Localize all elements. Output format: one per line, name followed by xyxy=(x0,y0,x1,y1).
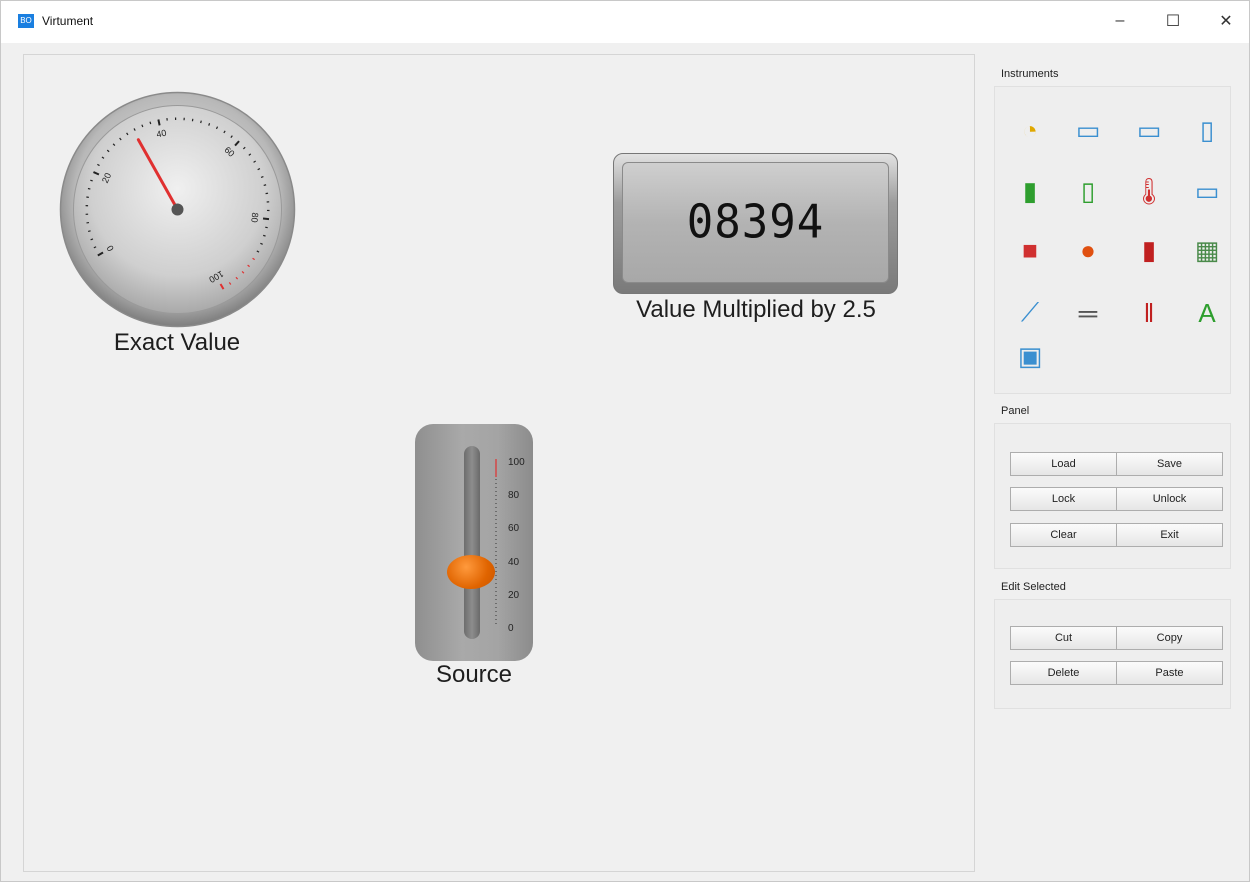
digital-display-screen: 08394 xyxy=(622,162,889,283)
digital-display-value: 08394 xyxy=(686,195,825,250)
slider-tick-label: 40 xyxy=(508,556,520,568)
button-icon[interactable]: ■ xyxy=(1014,234,1046,266)
gauge-svg: 020406080100 xyxy=(59,91,296,328)
gauge-tick xyxy=(200,120,202,124)
gauge-tick xyxy=(157,119,161,126)
delete-button[interactable]: Delete xyxy=(1010,661,1117,685)
level-indicator-icon[interactable]: ▯ xyxy=(1072,175,1104,207)
horizontal-slider-icon[interactable]: ═ xyxy=(1072,297,1104,329)
analog-gauge-icon[interactable]: ◔ xyxy=(1014,114,1046,146)
slider-tick-label: 0 xyxy=(508,623,514,634)
gauge-tick xyxy=(263,234,266,237)
text-label-icon[interactable]: A xyxy=(1191,297,1223,329)
instruments-title: Instruments xyxy=(1001,68,1059,80)
toggle-switch-icon[interactable]: ▮ xyxy=(1133,234,1165,266)
app-icon: BO xyxy=(18,14,34,28)
slider-scale xyxy=(495,459,497,627)
led-icon[interactable]: ● xyxy=(1072,234,1104,266)
clear-button[interactable]: Clear xyxy=(1010,523,1117,547)
unlock-button[interactable]: Unlock xyxy=(1116,487,1223,511)
slider-tick-label: 60 xyxy=(508,523,520,535)
gauge-tick xyxy=(90,238,94,241)
gauge-tick xyxy=(260,175,264,178)
load-button[interactable]: Load xyxy=(1010,452,1117,476)
gauge-tick-label: 40 xyxy=(155,128,167,140)
meter-icon[interactable]: ▭ xyxy=(1072,114,1104,146)
edit-selected-group xyxy=(994,599,1231,709)
bar-graph-icon[interactable]: ▮ xyxy=(1014,175,1046,207)
gauge-tick-label: 80 xyxy=(249,212,260,223)
gauge-tick xyxy=(262,217,270,221)
vertical-slider-icon[interactable]: ‖ xyxy=(1133,297,1165,329)
gauge-tick xyxy=(87,187,91,190)
slider-tick-label: 20 xyxy=(508,589,520,601)
exit-button[interactable]: Exit xyxy=(1116,523,1223,547)
window-title: Virtument xyxy=(42,14,94,28)
close-button[interactable]: ✕ xyxy=(1203,5,1249,37)
title-bar[interactable]: BO Virtument – ☐ ✕ xyxy=(1,1,1249,43)
analog-gauge[interactable]: 0 20 40 60 80 100 xyxy=(59,91,296,328)
chart-icon[interactable]: ⟋ xyxy=(1014,297,1046,329)
maximize-button[interactable]: ☐ xyxy=(1150,5,1196,37)
gauge-tick xyxy=(263,184,267,187)
slider-tick-label: 100 xyxy=(508,457,525,468)
slider-tick-label: 80 xyxy=(508,490,520,502)
digital-display-icon[interactable]: ▭ xyxy=(1191,175,1223,207)
image-icon[interactable]: ▦ xyxy=(1191,234,1223,266)
copy-button[interactable]: Copy xyxy=(1116,626,1223,650)
slider-label: Source xyxy=(435,661,513,688)
digital-display-label: Value Multiplied by 2.5 xyxy=(636,296,876,323)
slider-knob[interactable] xyxy=(447,554,495,589)
lock-button[interactable]: Lock xyxy=(1010,487,1117,511)
gauge-tick xyxy=(208,123,211,126)
panel-title: Panel xyxy=(1001,405,1030,417)
gauge-tick xyxy=(149,121,152,125)
gauge-tick xyxy=(88,230,91,233)
slider-track xyxy=(464,446,480,639)
minimize-button[interactable]: – xyxy=(1097,5,1143,37)
frame-icon[interactable]: ▣ xyxy=(1014,340,1046,372)
gauge-hub xyxy=(171,203,184,216)
vertical-scale-icon[interactable]: ▯ xyxy=(1191,114,1223,146)
save-button[interactable]: Save xyxy=(1116,452,1223,476)
thermometer-icon[interactable]: 🌡 xyxy=(1133,175,1166,207)
paste-button[interactable]: Paste xyxy=(1116,661,1223,685)
edit-selected-title: Edit Selected xyxy=(1001,581,1066,593)
app-window: BO Virtument – ☐ ✕ 0 20 40 60 80 100 Exa… xyxy=(0,0,1250,882)
linear-scale-icon[interactable]: ▭ xyxy=(1133,114,1165,146)
gauge-label: Exact Value xyxy=(113,329,241,356)
cut-button[interactable]: Cut xyxy=(1010,626,1117,650)
gauge-tick xyxy=(90,179,93,182)
